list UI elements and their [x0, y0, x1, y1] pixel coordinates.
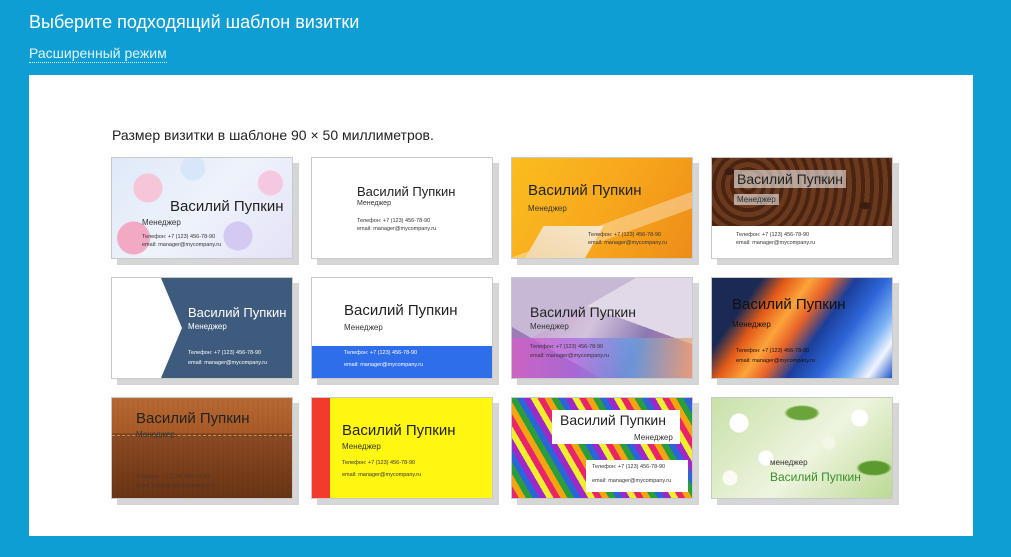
card-phone: Телефон: +7 (123) 456-78-90 [188, 350, 262, 356]
coffee-beans-image [712, 158, 892, 226]
card-email: email: manager@mycompany.ru [142, 242, 222, 248]
template-grid: Василий Пупкин Менеджер Телефон: +7 (123… [111, 157, 893, 499]
card-role: Менеджер [357, 200, 391, 207]
card-email: email: manager@mycompany.ru [136, 483, 216, 489]
card-name: Василий Пупкин [560, 412, 666, 428]
card-email: email: manager@mycompany.ru [342, 472, 422, 478]
card-role: Менеджер [142, 218, 181, 227]
template-card-coffee[interactable]: Василий Пупкин Менеджер Телефон: +7 (123… [711, 157, 893, 259]
card-phone: Телефон: +7 (123) 456-78-90 [142, 234, 216, 240]
card-email: email: manager@mycompany.ru [592, 478, 672, 484]
template-panel: Размер визитки в шаблоне 90 × 50 миллиме… [29, 75, 973, 536]
card-role: Менеджер [188, 322, 227, 331]
card-email: email: manager@mycompany.ru [188, 360, 268, 366]
card-role: Менеджер [344, 323, 383, 332]
card-role: Менеджер [530, 322, 569, 331]
card-email: email: manager@mycompany.ru [357, 226, 437, 232]
template-card-jasmine[interactable]: менеджер Василий Пупкин [711, 397, 893, 499]
card-decoration [112, 278, 182, 378]
card-role: Менеджер [342, 442, 381, 451]
card-size-note: Размер визитки в шаблоне 90 × 50 миллиме… [112, 127, 434, 143]
template-card-leather[interactable]: Василий Пупкин Менеджер Телефон: +7 (123… [111, 397, 293, 499]
card-name: Василий Пупкин [357, 184, 456, 199]
template-card-slate-arrow[interactable]: Василий Пупкин Менеджер Телефон: +7 (123… [111, 277, 293, 379]
template-card-rainbow[interactable]: Василий Пупкин Менеджер Телефон: +7 (123… [511, 397, 693, 499]
card-name: Василий Пупкин [188, 305, 287, 320]
card-phone: Телефон: +7 (123) 456-78-90 [357, 218, 431, 224]
template-card-flowers[interactable]: Василий Пупкин Менеджер Телефон: +7 (123… [111, 157, 293, 259]
template-card-yellow[interactable]: Василий Пупкин Менеджер Телефон: +7 (123… [311, 397, 493, 499]
card-phone: Телефон: +7 (123) 456-78-90 [592, 464, 666, 470]
card-email: email: manager@mycompany.ru [344, 362, 424, 368]
template-card-streaks[interactable]: Василий Пупкин Менеджер Телефон: +7 (123… [711, 277, 893, 379]
card-role: Менеджер [732, 320, 771, 329]
card-phone: Телефон: +7 (123) 456-78-90 [342, 460, 416, 466]
template-card-blue-band[interactable]: Василий Пупкин Менеджер Телефон: +7 (123… [311, 277, 493, 379]
card-role: Менеджер [634, 433, 673, 442]
card-name: Василий Пупкин [732, 296, 846, 313]
card-name: Василий Пупкин [528, 182, 642, 199]
template-card-orange[interactable]: Василий Пупкин Менеджер Телефон: +7 (123… [511, 157, 693, 259]
card-name: Василий Пупкин [770, 470, 861, 484]
card-phone: Телефон: +7 (123) 456-78-90 [588, 232, 662, 238]
card-phone: Телефон: +7 (123) 456-78-90 [736, 232, 810, 238]
card-name: Василий Пупкин [530, 304, 636, 320]
card-phone: Телефон: +7 (123) 456-78-90 [530, 344, 604, 350]
card-phone: Телефон: +7 (123) 456-78-90 [136, 474, 210, 480]
card-name: Василий Пупкин [170, 198, 284, 215]
card-phone: Телефон: +7 (123) 456-78-90 [344, 350, 418, 356]
template-card-polygons[interactable]: Василий Пупкин Менеджер Телефон: +7 (123… [511, 277, 693, 379]
card-role: Менеджер [136, 430, 175, 439]
card-email: email: manager@mycompany.ru [588, 240, 668, 246]
card-email: email: manager@mycompany.ru [530, 353, 610, 359]
template-card-plain-white[interactable]: Василий Пупкин Менеджер Телефон: +7 (123… [311, 157, 493, 259]
page-title: Выберите подходящий шаблон визитки [29, 12, 360, 32]
card-role: менеджер [770, 458, 808, 467]
card-name: Василий Пупкин [136, 410, 250, 427]
card-name: Василий Пупкин [342, 422, 456, 439]
card-role: Менеджер [734, 194, 779, 205]
card-name: Василий Пупкин [734, 170, 846, 188]
card-email: email: manager@mycompany.ru [736, 358, 816, 364]
card-decoration [312, 398, 330, 498]
card-email: email: manager@mycompany.ru [736, 240, 816, 246]
advanced-mode-link[interactable]: Расширенный режим [29, 45, 167, 63]
card-role: Менеджер [528, 204, 567, 213]
card-name: Василий Пупкин [344, 302, 458, 319]
card-phone: Телефон: +7 (123) 456-78-90 [736, 348, 810, 354]
